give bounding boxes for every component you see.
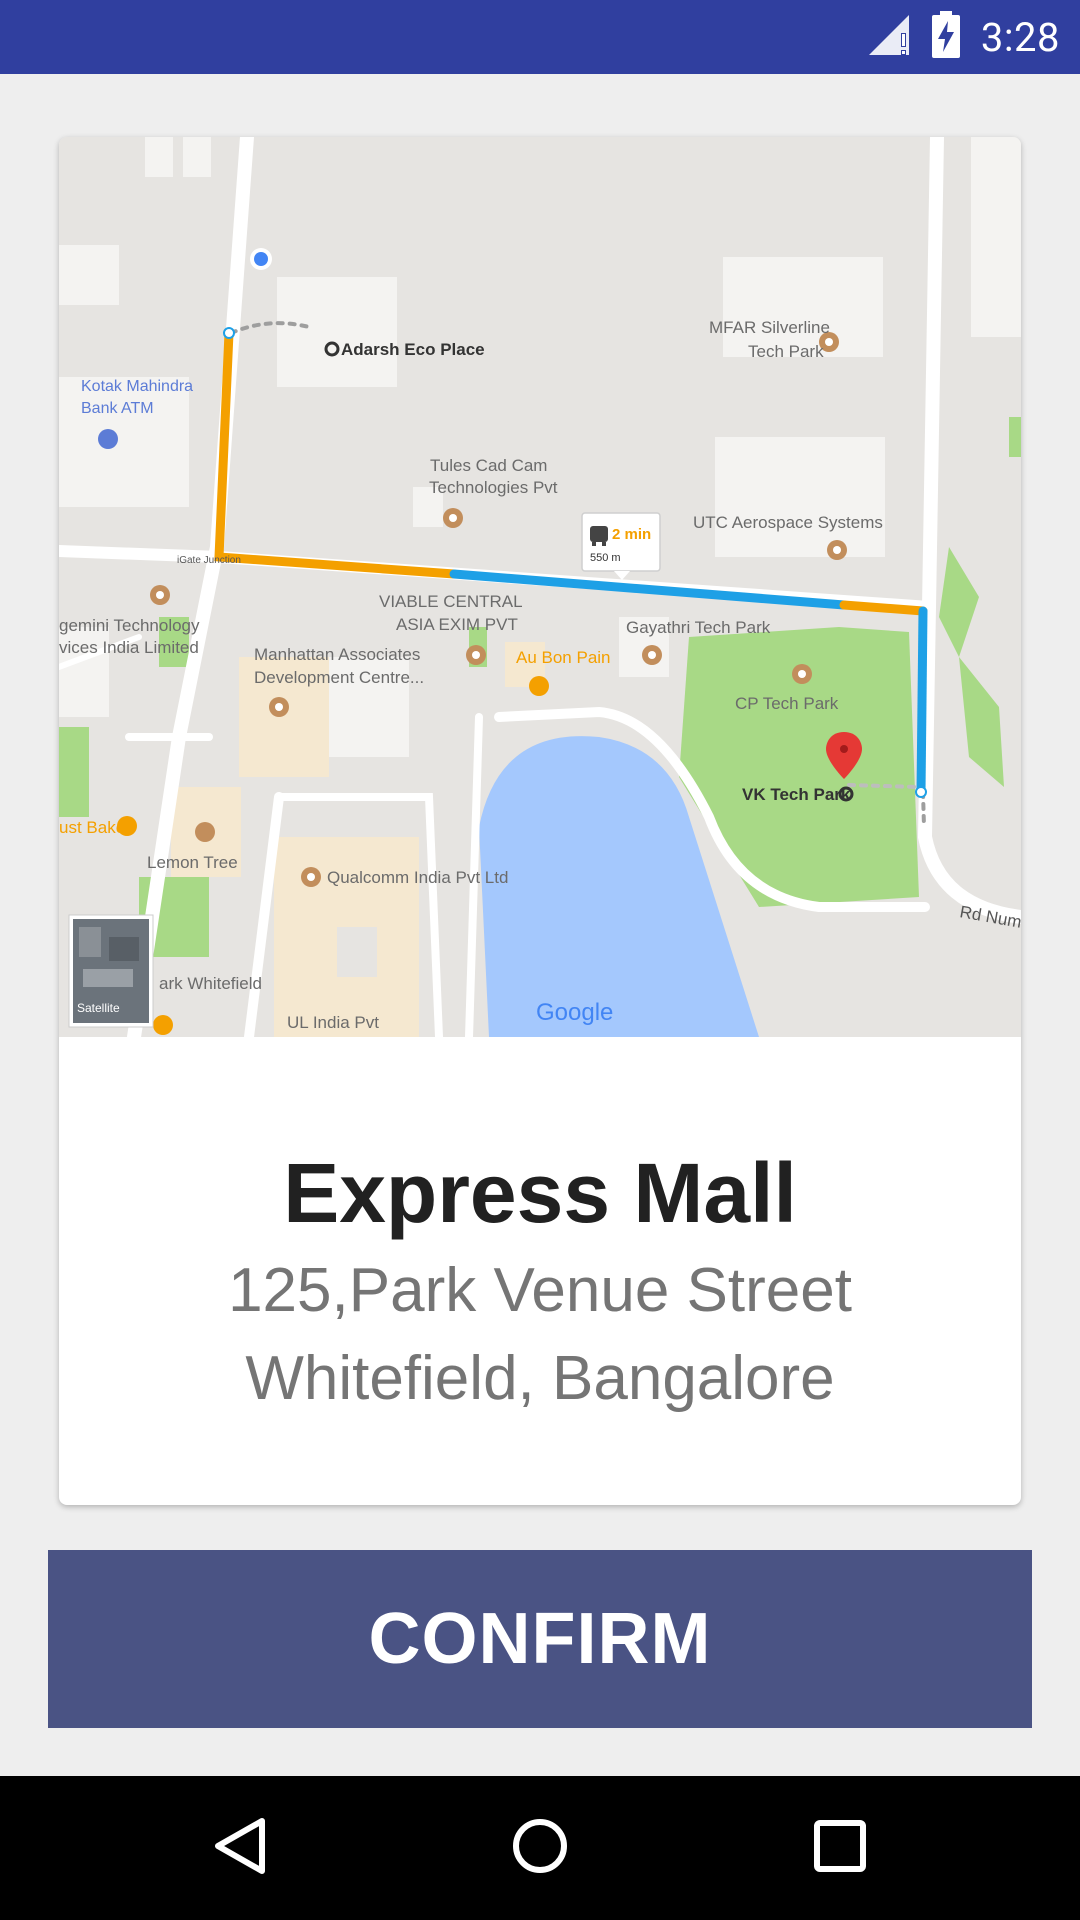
map-label-vktech: VK Tech Park	[742, 785, 851, 804]
google-logo: Google	[536, 999, 613, 1026]
map-label-gayathri: Gayathri Tech Park	[626, 618, 771, 637]
map-label-manhattan: Manhattan Associates	[254, 645, 420, 664]
map-view[interactable]: 2 min 550 m Adarsh Eco Place Kotak Mahin…	[59, 137, 1021, 1037]
home-button[interactable]	[460, 1776, 620, 1920]
satellite-toggle-button: Satellite	[68, 914, 154, 1028]
svg-text:Bank ATM: Bank ATM	[81, 400, 154, 417]
status-time: 3:28	[980, 13, 1060, 61]
battery-charging-icon	[931, 10, 961, 64]
svg-text:ust Bake: ust Bake	[59, 818, 125, 837]
map-label-cptech: CP Tech Park	[735, 694, 839, 713]
signal-icon	[865, 13, 911, 62]
map-label-adarsh: Adarsh Eco Place	[341, 340, 485, 359]
map-label-aubonpain: Au Bon Pain	[516, 648, 611, 667]
svg-text:2 min: 2 min	[612, 526, 651, 543]
map-label-viable: VIABLE CENTRAL	[379, 592, 523, 611]
recents-icon	[812, 1818, 868, 1879]
svg-text:iGate Junction: iGate Junction	[177, 555, 241, 566]
back-icon	[212, 1816, 268, 1881]
map-label-mfar: MFAR Silverline	[709, 318, 830, 337]
status-bar: 3:28	[0, 0, 1080, 74]
map-label-lemontree: Lemon Tree	[147, 853, 238, 872]
svg-text:Technologies Pvt: Technologies Pvt	[429, 478, 558, 497]
map-label-qualcomm: Qualcomm India Pvt Ltd	[327, 868, 508, 887]
svg-text:Development Centre...: Development Centre...	[254, 668, 424, 687]
map-label-ulindia: UL India Pvt	[287, 1013, 379, 1032]
map-label-gemini: gemini Technology	[59, 616, 200, 635]
back-button[interactable]	[160, 1776, 320, 1920]
place-name: Express Mall	[283, 1146, 797, 1240]
svg-text:Tech Park: Tech Park	[748, 342, 824, 361]
svg-text:ark Whitefield: ark Whitefield	[159, 974, 262, 993]
svg-text:vices India Limited: vices India Limited	[59, 638, 199, 657]
svg-text:550 m: 550 m	[590, 552, 621, 564]
address-line-1: 125,Park Venue Street	[228, 1256, 852, 1325]
home-icon	[510, 1816, 570, 1881]
route-eta-bubble: 2 min 550 m	[581, 512, 661, 580]
recents-button[interactable]	[760, 1776, 920, 1920]
svg-text:ASIA EXIM PVT: ASIA EXIM PVT	[396, 615, 518, 634]
confirm-button[interactable]: CONFIRM	[48, 1550, 1032, 1728]
svg-text:Satellite: Satellite	[77, 1001, 120, 1015]
status-icons: 3:28	[865, 0, 1060, 74]
map-label-utc: UTC Aerospace Systems	[693, 513, 883, 532]
navigation-bar	[0, 1776, 1080, 1920]
map-label-tules: Tules Cad Cam	[430, 456, 547, 475]
address-line-2: Whitefield, Bangalore	[245, 1344, 835, 1413]
map-label-kotak: Kotak Mahindra	[81, 378, 193, 395]
